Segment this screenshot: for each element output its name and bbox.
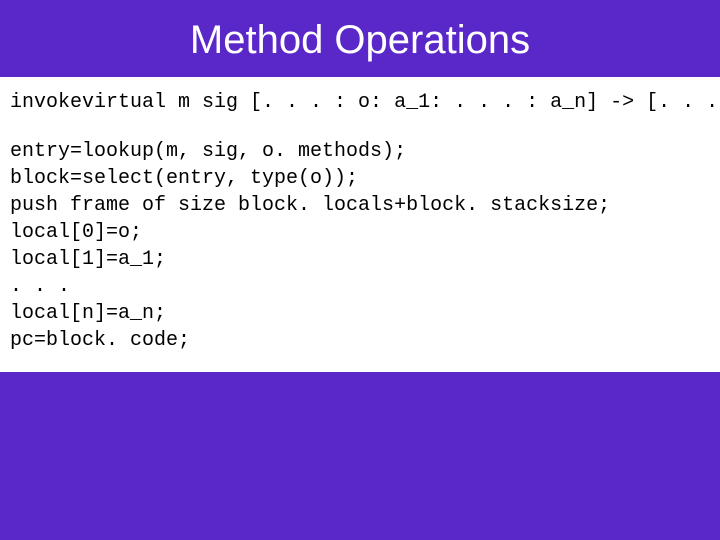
code-line: push frame of size block. locals+block. …	[10, 192, 710, 219]
signature-line: invokevirtual m sig [. . . : o: a_1: . .…	[10, 89, 710, 116]
code-line: block=select(entry, type(o));	[10, 165, 710, 192]
slide-content: invokevirtual m sig [. . . : o: a_1: . .…	[0, 77, 720, 372]
code-line: local[n]=a_n;	[10, 300, 710, 327]
slide-title: Method Operations	[0, 18, 720, 63]
code-line: pc=block. code;	[10, 327, 710, 354]
footer-bar	[0, 372, 720, 540]
code-line: . . .	[10, 273, 710, 300]
title-bar: Method Operations	[0, 0, 720, 77]
code-line: local[0]=o;	[10, 219, 710, 246]
code-line: entry=lookup(m, sig, o. methods);	[10, 138, 710, 165]
code-line: local[1]=a_1;	[10, 246, 710, 273]
